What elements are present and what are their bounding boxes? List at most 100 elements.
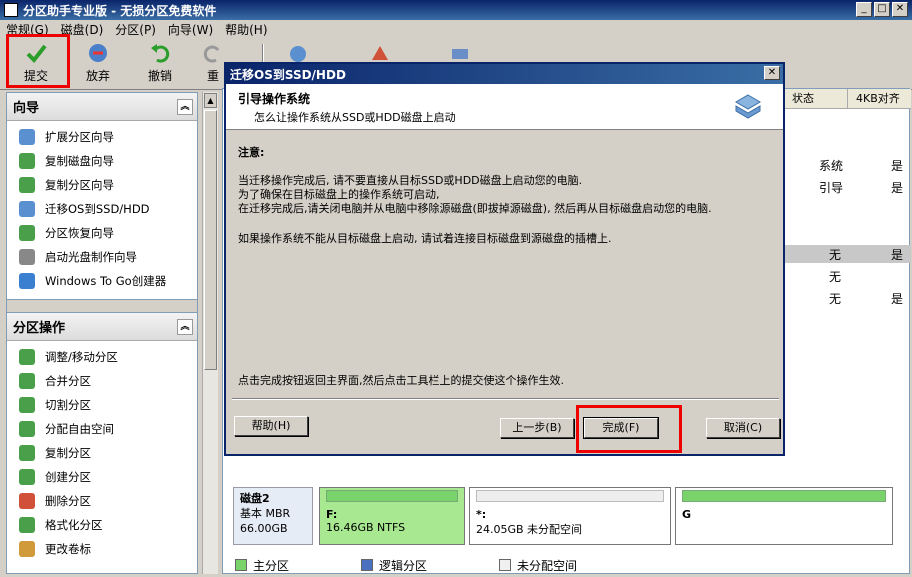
legend-logical: 逻辑分区 [379, 558, 428, 573]
col-status[interactable]: 状态 [783, 89, 847, 109]
op-item-allocate[interactable]: 分配自由空间 [7, 417, 197, 441]
row-align: 是 [891, 248, 904, 262]
menu-partition[interactable]: 分区(P) [109, 21, 162, 38]
op-item-resize[interactable]: 调整/移动分区 [7, 345, 197, 369]
op-item-label-change[interactable]: 更改卷标 [7, 537, 197, 561]
allocate-icon [19, 421, 35, 437]
partition-tool-icon[interactable] [370, 44, 390, 64]
maximize-button[interactable]: □ [874, 2, 890, 17]
partition-label: F: [326, 508, 338, 521]
ops-panel-header: 分区操作 ︽ [7, 313, 197, 341]
discard-button[interactable]: 放弃 [74, 42, 122, 84]
app-icon [4, 3, 18, 17]
partition-unallocated[interactable]: *: 24.05GB 未分配空间 [469, 487, 671, 545]
row-status: 无 [829, 248, 842, 262]
cancel-button[interactable]: 取消(C) [706, 418, 780, 438]
scroll-up-arrow[interactable]: ▲ [204, 93, 217, 108]
migrate-os-icon [19, 201, 35, 217]
partition-f[interactable]: F: 16.46GB NTFS [319, 487, 465, 545]
migrate-os-dialog: 迁移OS到SSD/HDD ✕ 引导操作系统 怎么让操作系统从SSD或HDD磁盘上… [224, 62, 785, 456]
wizard-item-windows-to-go[interactable]: Windows To Go创建器 [7, 269, 197, 293]
collapse-wizard-button[interactable]: ︽ [177, 99, 193, 115]
delete-icon [19, 493, 35, 509]
op-item-delete[interactable]: 删除分区 [7, 489, 197, 513]
dialog-header-title: 引导操作系统 [238, 92, 311, 106]
dialog-separator [232, 398, 779, 400]
dialog-header-subtitle: 怎么让操作系统从SSD或HDD磁盘上启动 [254, 111, 456, 124]
legend-logical-swatch [361, 559, 374, 571]
disk2-info[interactable]: 磁盘2 基本 MBR 66.00GB [233, 487, 313, 545]
disk-tool-icon[interactable] [288, 44, 308, 64]
op-item-format[interactable]: 格式化分区 [7, 513, 197, 537]
menu-wizard[interactable]: 向导(W) [162, 21, 219, 38]
legend-unallocated: 未分配空间 [517, 558, 578, 573]
undo-icon [151, 44, 170, 63]
partition-usage-bar [682, 490, 886, 502]
dialog-close-button[interactable]: ✕ [764, 66, 780, 80]
copy-partition-icon [19, 177, 35, 193]
op-item-label: 删除分区 [45, 494, 91, 508]
format-icon [19, 517, 35, 533]
legend-primary-swatch [235, 559, 247, 571]
close-button[interactable]: ✕ [892, 2, 908, 17]
partition-label: *: [476, 508, 487, 521]
row-align: 是 [891, 159, 904, 173]
left-scrollbar[interactable]: ▲ [202, 92, 218, 574]
op-item-create[interactable]: 创建分区 [7, 465, 197, 489]
undo-label: 撤销 [147, 69, 172, 83]
drive-tool-icon[interactable] [450, 44, 470, 64]
collapse-ops-button[interactable]: ︽ [177, 319, 193, 335]
dialog-body: 注意: 当迁移操作完成后, 请不要直接从目标SSD或HDD磁盘上启动您的电脑. … [238, 146, 768, 246]
dialog-footer-text: 点击完成按钮返回主界面,然后点击工具栏上的提交使这个操作生效. [238, 374, 564, 387]
discard-icon [89, 44, 107, 62]
minimize-button[interactable]: _ [856, 2, 872, 17]
dialog-header: 引导操作系统 怎么让操作系统从SSD或HDD磁盘上启动 [226, 84, 783, 130]
op-item-label: 格式化分区 [45, 518, 103, 532]
wizard-item-boot-disc[interactable]: 启动光盘制作向导 [7, 245, 197, 269]
redo-icon [203, 45, 220, 63]
partition-info: 24.05GB 未分配空间 [476, 523, 583, 536]
partition-g[interactable]: G [675, 487, 893, 545]
partition-info: 16.46GB NTFS [326, 521, 406, 534]
help-button[interactable]: 帮助(H) [234, 416, 308, 436]
row-align: 是 [891, 292, 904, 306]
wizard-item-partition-recovery[interactable]: 分区恢复向导 [7, 221, 197, 245]
partition-label: G [682, 508, 692, 521]
note-label: 注意: [238, 146, 265, 159]
op-item-label: 更改卷标 [45, 542, 91, 556]
wizard-item-copy-disk[interactable]: 复制磁盘向导 [7, 149, 197, 173]
partition-usage-bar [326, 490, 458, 502]
app-title: 分区助手专业版 - 无损分区免费软件 [23, 3, 217, 18]
menu-help[interactable]: 帮助(H) [219, 21, 273, 38]
wizard-list: 扩展分区向导 复制磁盘向导 复制分区向导 迁移OS到SSD/HDD 分区恢复向导… [7, 121, 197, 299]
op-item-label: 调整/移动分区 [45, 350, 118, 364]
disk2-name: 磁盘2 [240, 492, 270, 505]
submit-highlight-box [6, 34, 70, 88]
disk-migrate-icon [735, 94, 761, 119]
note-line: 当迁移操作完成后, 请不要直接从目标SSD或HDD磁盘上启动您的电脑. [238, 174, 583, 187]
split-icon [19, 397, 35, 413]
scroll-thumb[interactable] [204, 110, 217, 370]
op-item-merge[interactable]: 合并分区 [7, 369, 197, 393]
wizard-item-label: Windows To Go创建器 [45, 274, 167, 288]
recovery-icon [19, 225, 35, 241]
wizard-item-label: 迁移OS到SSD/HDD [45, 202, 150, 216]
undo-button[interactable]: 撤销 [136, 42, 184, 84]
row-status: 无 [829, 292, 842, 306]
extend-icon [19, 129, 35, 145]
dialog-title-bar: 迁移OS到SSD/HDD ✕ [226, 64, 783, 84]
partition-legend: 主分区 逻辑分区 未分配空间 [231, 555, 903, 575]
op-item-split[interactable]: 切割分区 [7, 393, 197, 417]
col-4k-align[interactable]: 4KB对齐 [847, 89, 911, 109]
note-line: 在迁移完成后,请关闭电脑并从电脑中移除源磁盘(即拔掉源磁盘), 然后再从目标磁盘… [238, 202, 712, 215]
note-line: 为了确保在目标磁盘上的操作系统可启动, [238, 188, 440, 201]
wizard-item-extend-partition[interactable]: 扩展分区向导 [7, 125, 197, 149]
op-item-copy[interactable]: 复制分区 [7, 441, 197, 465]
row-status: 引导 [819, 181, 844, 195]
wizard-item-migrate-os[interactable]: 迁移OS到SSD/HDD [7, 197, 197, 221]
back-button[interactable]: 上一步(B) [500, 418, 574, 438]
wizard-item-copy-partition[interactable]: 复制分区向导 [7, 173, 197, 197]
wizard-item-label: 分区恢复向导 [45, 226, 114, 240]
windows-icon [19, 273, 35, 289]
ops-list: 调整/移动分区 合并分区 切割分区 分配自由空间 复制分区 创建分区 删除分区 … [7, 341, 197, 567]
